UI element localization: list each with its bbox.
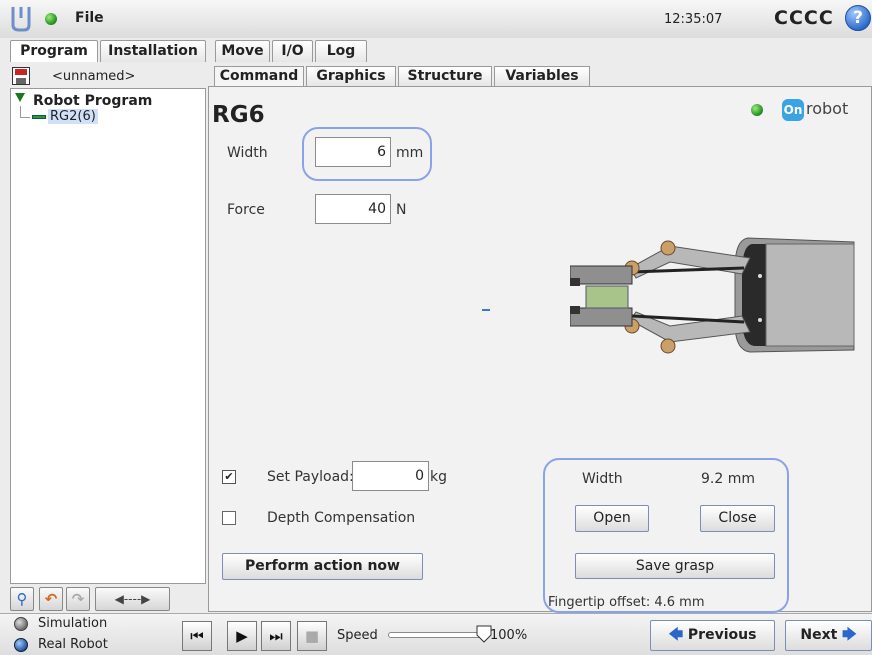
tab-log[interactable]: Log: [315, 40, 367, 62]
move-node-button[interactable]: ◀----▶: [95, 587, 170, 611]
open-button[interactable]: Open: [575, 505, 649, 532]
force-unit: N: [396, 202, 407, 218]
simulation-label[interactable]: Simulation: [38, 616, 107, 631]
tab-move[interactable]: Move: [215, 40, 270, 62]
speed-label: Speed: [337, 628, 378, 643]
tree-expand-icon[interactable]: [15, 93, 25, 102]
redo-button[interactable]: ↷: [66, 587, 90, 611]
next-label: Next: [800, 627, 838, 643]
stop-button[interactable]: ■: [297, 621, 327, 651]
speed-slider[interactable]: [388, 632, 488, 638]
clock: 12:35:07: [664, 12, 723, 27]
program-name: <unnamed>: [52, 69, 136, 84]
gripper-illustration: [570, 237, 855, 354]
title-bar: [0, 0, 872, 38]
tab-variables[interactable]: Variables: [494, 66, 590, 86]
program-tree: [10, 88, 206, 584]
graphic-marker: [482, 309, 490, 311]
save-grasp-button[interactable]: Save grasp: [575, 553, 775, 579]
width-input[interactable]: 6: [315, 137, 391, 167]
rewind-button[interactable]: ⏮: [182, 621, 212, 651]
tab-installation[interactable]: Installation: [100, 40, 206, 62]
grip-width-value: 9.2 mm: [701, 471, 755, 487]
gripper-node-icon: [32, 115, 46, 119]
gripper-status-icon: [751, 104, 763, 116]
tab-program[interactable]: Program: [10, 40, 98, 62]
onrobot-brand: robot: [806, 99, 849, 118]
perform-action-button[interactable]: Perform action now: [222, 553, 423, 580]
set-payload-checkbox[interactable]: ✔: [222, 470, 236, 484]
width-label: Width: [227, 145, 268, 161]
arrow-left-icon: 🡄: [668, 627, 684, 643]
payload-input[interactable]: 0: [352, 461, 429, 491]
robot-status-icon: [45, 13, 57, 25]
help-icon[interactable]: ?: [845, 5, 871, 31]
payload-unit: kg: [430, 469, 447, 485]
real-robot-radio[interactable]: [14, 638, 28, 652]
tree-root-robot-program[interactable]: Robot Program: [33, 93, 152, 109]
simulation-radio[interactable]: [14, 617, 28, 631]
next-button[interactable]: Next 🡆: [785, 620, 872, 651]
force-input[interactable]: 40: [315, 194, 391, 224]
tree-connector: [20, 117, 30, 118]
set-payload-label: Set Payload:: [267, 469, 354, 485]
arrow-right-icon: 🡆: [842, 627, 857, 643]
onrobot-logo: On robot: [782, 99, 850, 123]
tab-graphics[interactable]: Graphics: [306, 66, 396, 86]
tab-structure[interactable]: Structure: [398, 66, 492, 86]
file-menu[interactable]: File: [75, 10, 104, 26]
depth-compensation-checkbox[interactable]: [222, 511, 236, 525]
speed-value: 100%: [490, 628, 528, 643]
previous-button[interactable]: 🡄 Previous: [650, 620, 775, 651]
real-robot-label[interactable]: Real Robot: [38, 637, 108, 652]
play-button[interactable]: ▶: [227, 621, 257, 651]
search-node-button[interactable]: ⚲: [10, 587, 34, 611]
onrobot-mark-icon: On: [782, 99, 804, 121]
tab-command[interactable]: Command: [214, 66, 304, 86]
node-title: RG6: [212, 102, 265, 128]
undo-button[interactable]: ↶: [39, 587, 63, 611]
close-button[interactable]: Close: [700, 505, 775, 532]
grip-width-label: Width: [582, 471, 623, 487]
step-button[interactable]: ⏭: [261, 621, 291, 651]
tab-io[interactable]: I/O: [272, 40, 313, 62]
robot-name: CCCC: [774, 7, 834, 29]
save-program-icon[interactable]: [12, 67, 30, 85]
previous-label: Previous: [687, 627, 757, 643]
tree-item-rg2[interactable]: RG2(6): [48, 109, 98, 124]
force-label: Force: [227, 202, 265, 218]
ur-logo-icon: [11, 7, 31, 32]
fingertip-offset: Fingertip offset: 4.6 mm: [548, 595, 705, 610]
width-unit: mm: [396, 145, 424, 161]
depth-compensation-label: Depth Compensation: [267, 510, 416, 526]
